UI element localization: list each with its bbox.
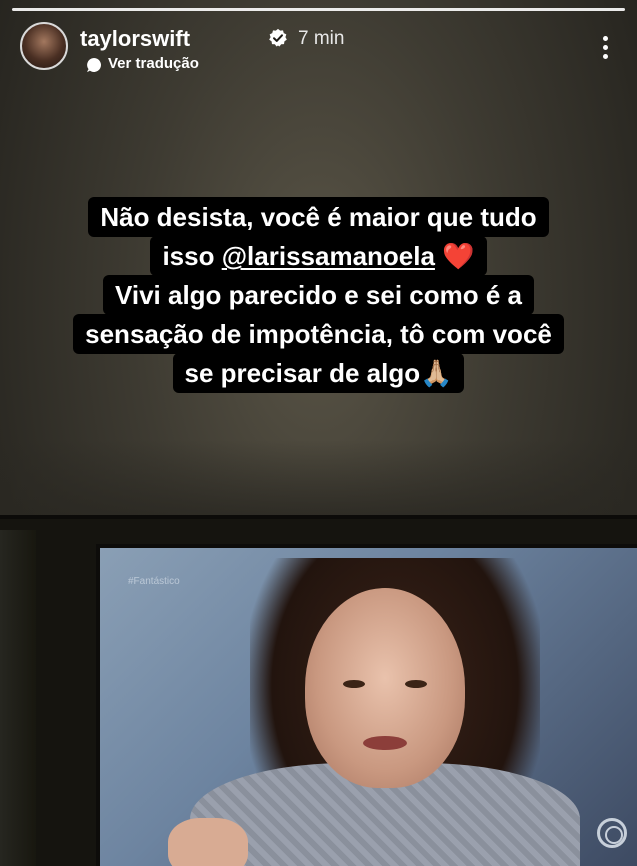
verified-badge-icon [269, 28, 287, 47]
profile-avatar[interactable] [20, 22, 68, 70]
post-time: 7 min [298, 28, 345, 49]
person-face [305, 588, 465, 788]
person-mouth [363, 736, 407, 750]
username-link[interactable]: taylorswift [80, 26, 190, 52]
story-caption: Não desista, você é maior que tudo isso … [30, 197, 607, 393]
tv-network-logo [597, 818, 627, 848]
person-eye-right [405, 680, 427, 688]
mention-link[interactable]: @larissamanoela [222, 241, 435, 271]
caption-line-1: Não desista, você é maior que tudo [88, 197, 549, 237]
side-panel [0, 530, 36, 866]
story-header: taylorswift 7 min Ver tradução [20, 22, 617, 82]
caption-line-5: se precisar de algo🙏🏼 [172, 353, 465, 393]
heart-emoji: ❤️ [442, 241, 475, 271]
more-vertical-icon [602, 36, 608, 41]
tv-program-tag: #Fantástico [128, 576, 180, 587]
caption-line-2-prefix: isso [162, 241, 222, 271]
cabinet-edge [0, 515, 637, 519]
caption-line-3: Vivi algo parecido e sei como é a [102, 275, 535, 315]
caption-line-2: isso @larissamanoela ❤️ [150, 236, 487, 276]
translate-label: Ver tradução [108, 55, 199, 72]
translate-icon [87, 58, 101, 72]
tv-screen: #Fantástico [100, 548, 637, 866]
story-progress-bar [12, 8, 625, 11]
more-options-button[interactable] [597, 36, 613, 66]
person-hand [168, 818, 248, 866]
person-eye-left [343, 680, 365, 688]
caption-line-4: sensação de impotência, tô com você [73, 314, 564, 354]
